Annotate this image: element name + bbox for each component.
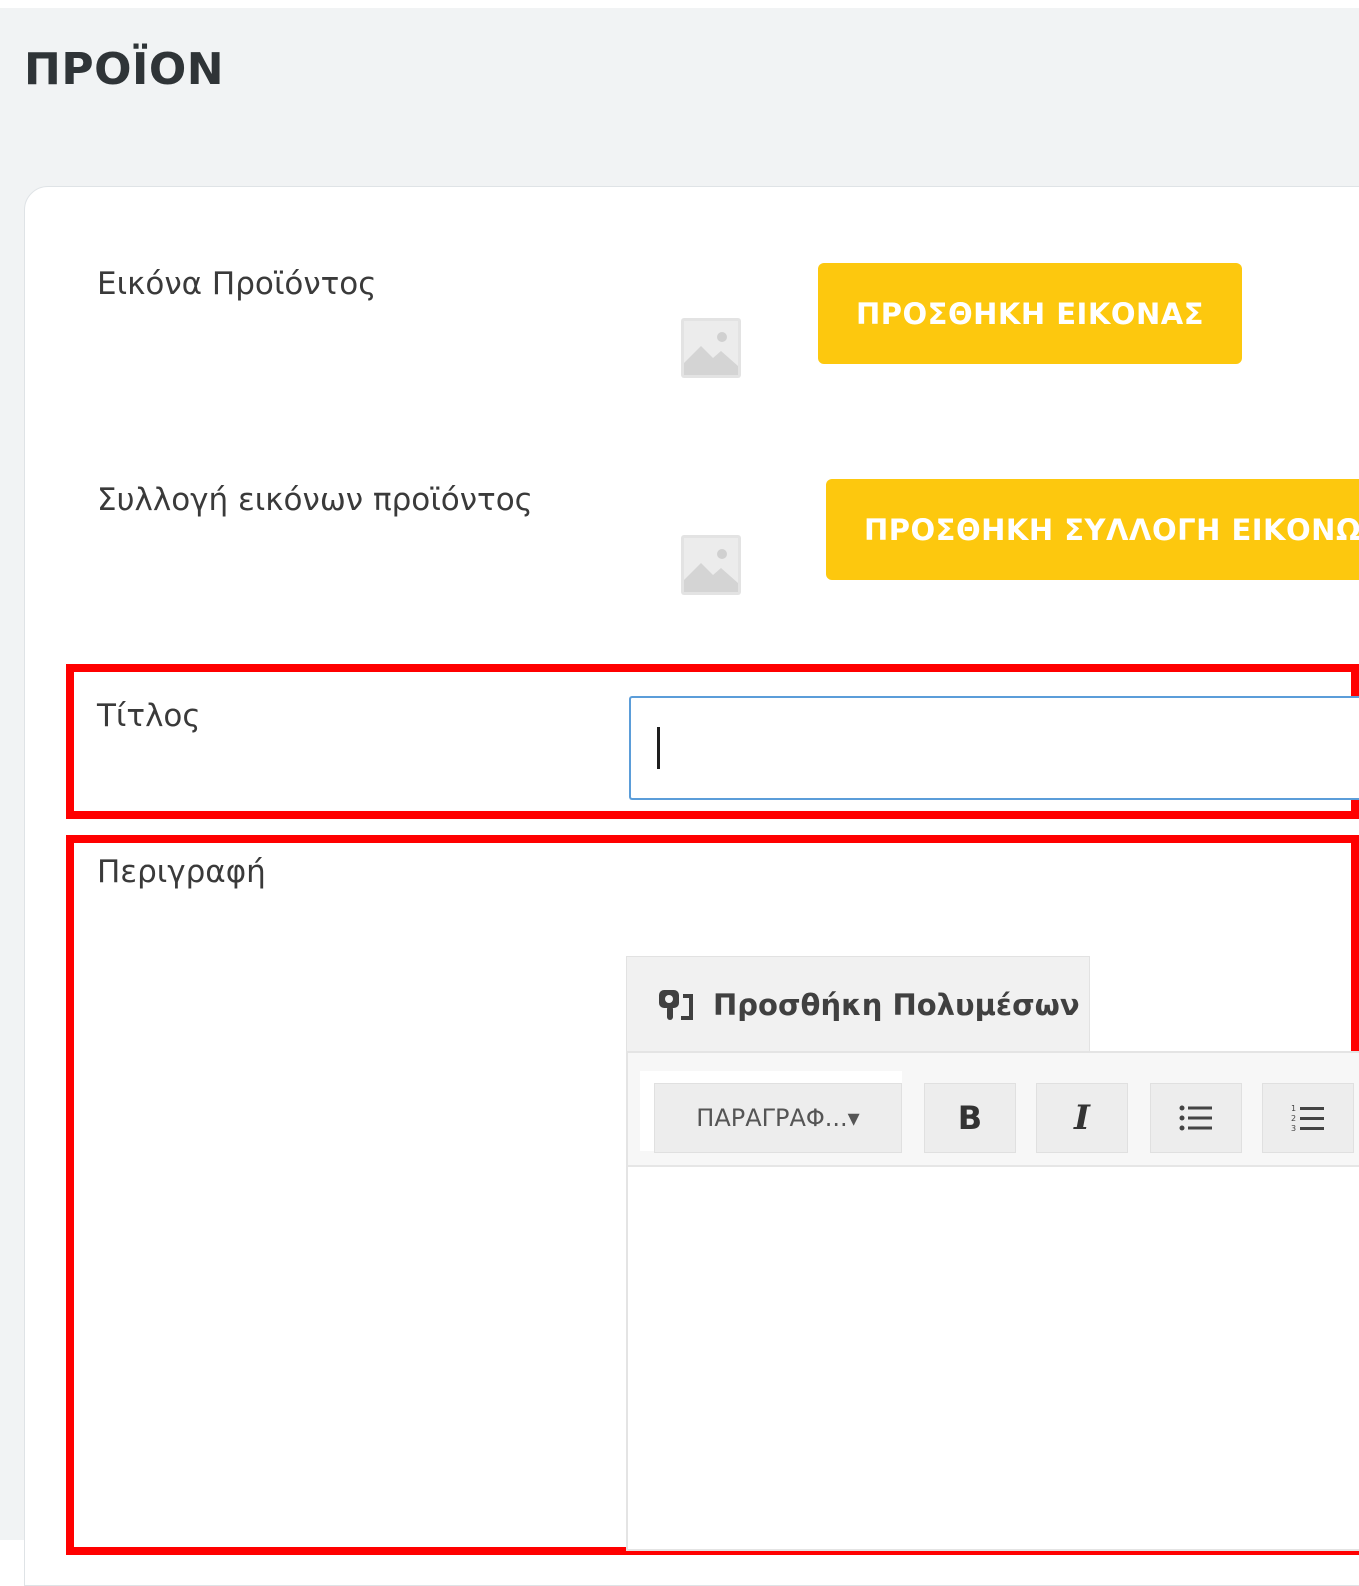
page-title: ΠΡΟΪΟΝ — [24, 44, 225, 95]
italic-button[interactable]: I — [1036, 1083, 1128, 1153]
bullet-list-icon — [1179, 1105, 1212, 1131]
editor-content-area[interactable] — [628, 1167, 1359, 1553]
bold-button[interactable]: B — [924, 1083, 1016, 1153]
numbered-list-button[interactable]: 1 2 3 — [1262, 1083, 1354, 1153]
image-placeholder-icon — [681, 535, 741, 595]
svg-text:2: 2 — [1291, 1114, 1296, 1123]
editor-toolbar: ΠΑΡΑΓΡΑΦ...▾ B I 1 2 3 — [628, 1053, 1359, 1167]
add-media-button[interactable]: Προσθήκη Πολυμέσων — [626, 956, 1090, 1052]
numbered-list-icon: 1 2 3 — [1291, 1104, 1324, 1133]
product-image-label: Εικόνα Προϊόντος — [97, 266, 377, 302]
image-placeholder-icon — [681, 318, 741, 378]
add-gallery-images-button[interactable]: ΠΡΟΣΘΗΚΗ ΣΥΛΛΟΓΗ ΕΙΚΟΝΩΝ — [826, 479, 1359, 580]
description-label: Περιγραφή — [97, 854, 266, 890]
bullet-list-button[interactable] — [1150, 1083, 1242, 1153]
description-editor[interactable]: ΠΑΡΑΓΡΑΦ...▾ B I 1 2 3 — [626, 1051, 1359, 1551]
svg-text:1: 1 — [1291, 1104, 1296, 1113]
paragraph-format-select[interactable]: ΠΑΡΑΓΡΑΦ...▾ — [654, 1083, 902, 1153]
add-media-icon — [659, 989, 693, 1020]
svg-text:3: 3 — [1291, 1124, 1296, 1133]
product-gallery-label: Συλλογή εικόνων προϊόντος — [97, 482, 533, 518]
add-product-image-button[interactable]: ΠΡΟΣΘΗΚΗ ΕΙΚΟΝΑΣ — [818, 263, 1242, 364]
title-input[interactable] — [629, 696, 1359, 800]
text-cursor — [657, 727, 660, 769]
title-label: Τίτλος — [97, 698, 201, 734]
add-media-label: Προσθήκη Πολυμέσων — [713, 987, 1080, 1022]
